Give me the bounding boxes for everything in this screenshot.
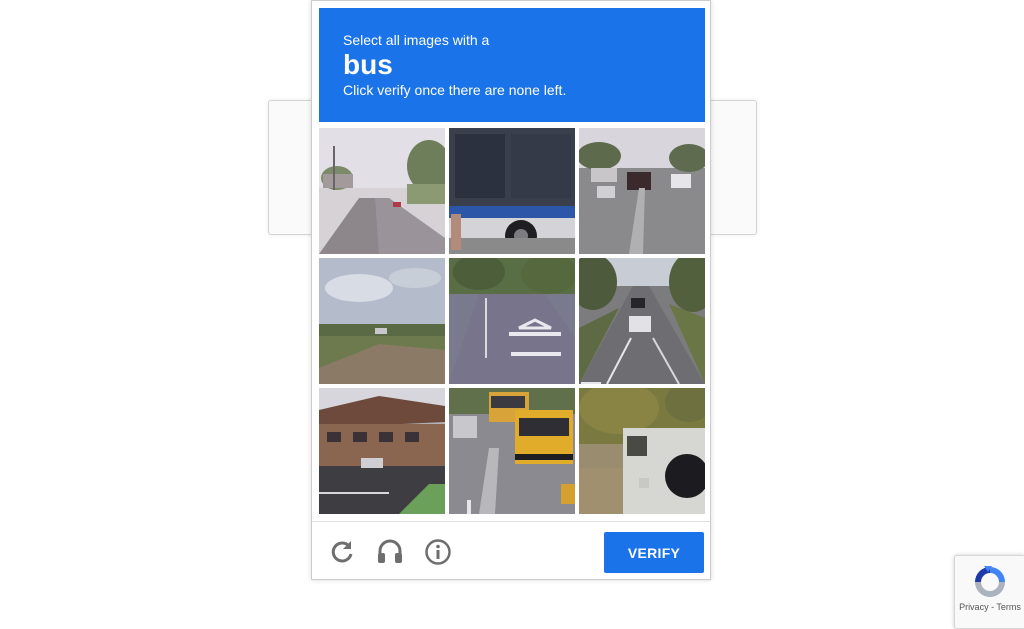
image-tile-9[interactable] [579,388,705,514]
tile-image [449,388,575,514]
image-tile-8[interactable] [449,388,575,514]
challenge-footer: VERIFY [312,521,710,580]
recaptcha-challenge: Select all images with a bus Click verif… [311,0,711,580]
tile-image [449,128,575,254]
help-button[interactable] [423,537,453,567]
image-grid [319,128,705,514]
tile-image [319,258,445,384]
image-tile-3[interactable] [579,128,705,254]
recaptcha-logo-icon [975,566,1005,597]
reload-icon [331,541,353,563]
tile-image [579,258,705,384]
reload-button[interactable] [327,537,357,567]
image-tile-5[interactable] [449,258,575,384]
image-tile-1[interactable] [319,128,445,254]
target-keyword: bus [343,49,393,80]
instruction-subtext: Click verify once there are none left. [343,82,567,98]
instruction-text: Select all images with a [343,32,490,48]
verify-button[interactable]: VERIFY [604,532,704,573]
image-tile-7[interactable] [319,388,445,514]
badge-links: Privacy - Terms [955,602,1024,612]
recaptcha-badge[interactable]: Privacy - Terms [954,555,1024,629]
tile-image [319,128,445,254]
info-icon [425,539,451,565]
headphones-icon [378,539,402,563]
audio-challenge-button[interactable] [375,537,405,567]
privacy-link[interactable]: Privacy [959,602,989,612]
tile-image [579,128,705,254]
tile-image [579,388,705,514]
tile-image [319,388,445,514]
tile-image [449,258,575,384]
challenge-header: Select all images with a bus Click verif… [319,8,705,122]
terms-link[interactable]: Terms [996,602,1021,612]
image-tile-6[interactable] [579,258,705,384]
image-tile-2[interactable] [449,128,575,254]
image-tile-4[interactable] [319,258,445,384]
